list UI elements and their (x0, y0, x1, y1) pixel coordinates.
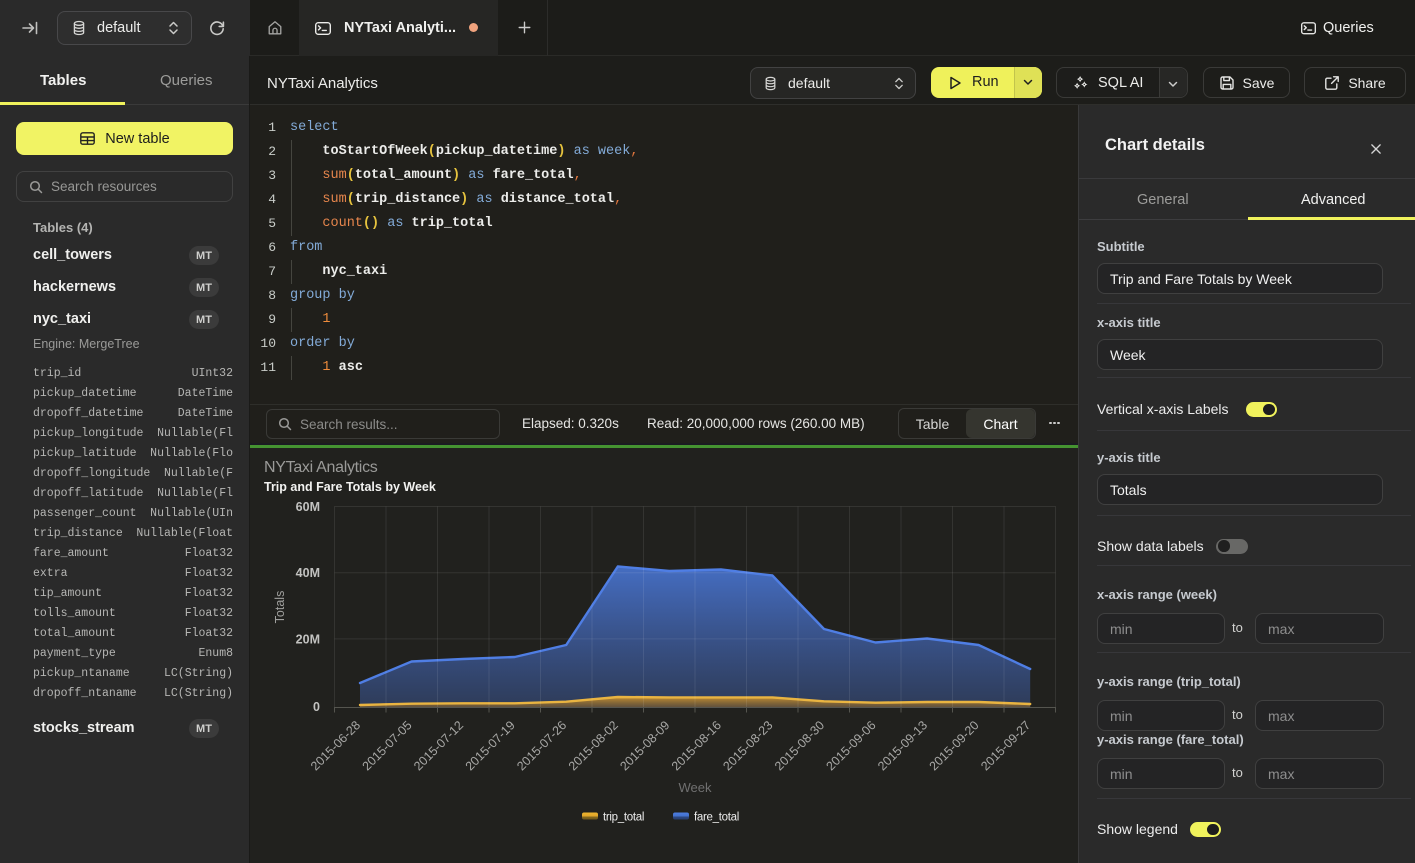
svg-text:20M: 20M (296, 632, 320, 646)
svg-text:2015-08-23: 2015-08-23 (720, 718, 775, 773)
svg-text:2015-08-09: 2015-08-09 (617, 718, 672, 773)
svg-text:Totals: Totals (273, 591, 287, 624)
svg-text:2015-08-30: 2015-08-30 (772, 718, 827, 773)
svg-text:fare_total: fare_total (694, 812, 739, 824)
svg-text:2015-07-12: 2015-07-12 (411, 718, 466, 773)
svg-text:60M: 60M (296, 500, 320, 514)
svg-text:2015-08-16: 2015-08-16 (669, 718, 724, 773)
svg-text:Week: Week (679, 780, 712, 795)
svg-text:0: 0 (313, 700, 320, 714)
svg-text:2015-07-26: 2015-07-26 (514, 718, 569, 773)
svg-text:2015-07-05: 2015-07-05 (360, 718, 415, 773)
svg-text:2015-06-28: 2015-06-28 (308, 718, 363, 773)
svg-text:40M: 40M (296, 566, 320, 580)
svg-text:2015-07-19: 2015-07-19 (463, 718, 518, 773)
svg-text:2015-08-02: 2015-08-02 (566, 718, 621, 773)
svg-text:2015-09-20: 2015-09-20 (927, 718, 982, 773)
svg-text:2015-09-27: 2015-09-27 (978, 718, 1033, 773)
svg-text:2015-09-13: 2015-09-13 (875, 718, 930, 773)
svg-text:trip_total: trip_total (603, 812, 644, 824)
svg-text:2015-09-06: 2015-09-06 (824, 718, 879, 773)
